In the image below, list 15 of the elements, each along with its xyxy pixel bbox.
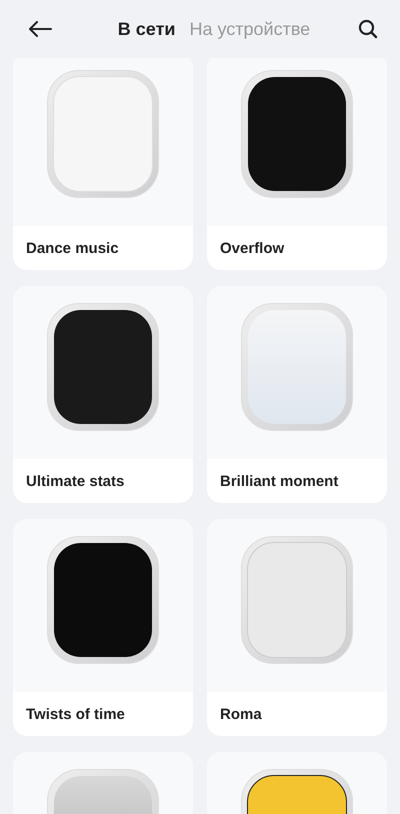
- watch-face-title: Roma: [220, 706, 262, 722]
- watch-face-card[interactable]: Ultimate stats: [13, 286, 193, 503]
- watch-face-title: Twists of time: [26, 706, 125, 722]
- back-icon[interactable]: [28, 21, 52, 37]
- watch-face-title: Brilliant moment: [220, 472, 338, 490]
- watch-face-title: Overflow: [220, 240, 284, 256]
- tab[interactable]: В сети: [118, 18, 176, 40]
- watch-face-card[interactable]: Twists of time: [13, 519, 193, 736]
- watch-face-card[interactable]: Overflow: [207, 58, 387, 270]
- watch-face-title: Dance music: [26, 240, 119, 256]
- watch-face-title: Ultimate stats: [26, 472, 124, 490]
- watch-face-card[interactable]: Dance music: [13, 58, 193, 270]
- search-icon[interactable]: [358, 19, 378, 39]
- watch-face-card[interactable]: Roma: [207, 519, 387, 736]
- watch-face-card[interactable]: Brilliant moment: [207, 286, 387, 503]
